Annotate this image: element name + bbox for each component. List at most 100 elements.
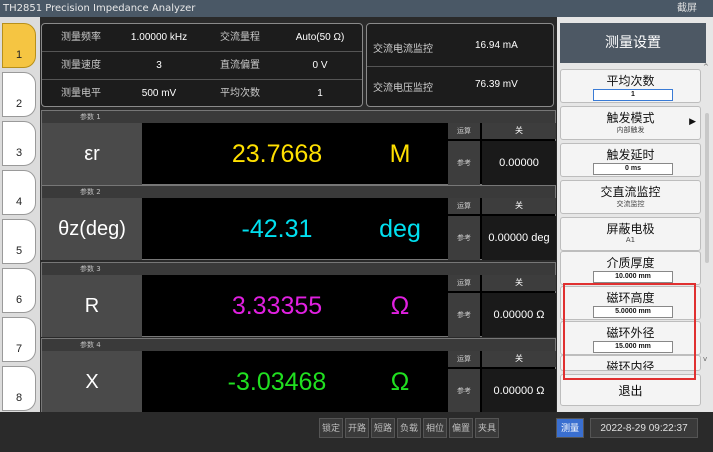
acdc-monitor-button[interactable]: 交直流监控 交流监控 [560,180,701,214]
setting-label: 屏蔽电极 [606,222,655,236]
open-button[interactable]: 开路 [345,418,369,438]
ac-voltage-value: 76.39 mV [475,79,518,90]
nav-button-5[interactable]: 5 [2,219,36,264]
calc-label: 运算 [448,123,480,139]
measurement-info-panel: 测量频率 1.00000 kHz 交流量程 Auto(50 Ω) 测量速度 3 … [41,23,363,107]
dielectric-thickness-button[interactable]: 介质厚度 10.000 mm [560,251,701,285]
param-unit: M [389,140,411,168]
nav-button-4[interactable]: 4 [2,170,36,215]
screenshot-button[interactable]: 截屏 [677,0,697,17]
info-value[interactable]: 500 mV [120,80,198,107]
datetime: 2022-8-29 09:22:37 [590,418,698,438]
param-header: 参数 3 [42,263,555,275]
param-name[interactable]: εr [42,123,142,185]
param-header: 参数 4 [42,339,555,351]
info-label: 平均次数 [220,88,260,99]
fixture-button[interactable]: 夹具 [475,418,499,438]
info-value[interactable]: Auto(50 Ω) [280,24,360,51]
setting-sub: 内部触发 [616,126,645,134]
ref-label: 参考 [448,141,480,185]
ac-current-label: 交流电流监控 [373,44,433,55]
bias-button[interactable]: 偏置 [449,418,473,438]
nav-button-1[interactable]: 1 [2,23,36,68]
param-value: -42.31 [241,215,313,243]
nav-button-7[interactable]: 7 [2,317,36,362]
scrollbar[interactable]: ^ v [703,63,711,363]
param-header: 参数 1 [42,111,555,123]
calc-label: 运算 [448,351,480,367]
ref-value[interactable]: 0.00000 Ω [482,293,556,337]
scrollbar-thumb[interactable] [705,113,709,263]
setting-value-field[interactable]: 0 ms [593,163,673,175]
short-button[interactable]: 短路 [371,418,395,438]
measure-button[interactable]: 测量 [556,418,584,438]
calc-value[interactable]: 关 [482,198,556,214]
ref-label: 参考 [448,369,480,413]
calc-value[interactable]: 关 [482,275,556,291]
shield-electrode-button[interactable]: 屏蔽电极 A1 [560,217,701,251]
chevron-down-icon: v [703,355,708,363]
trigger-mode-button[interactable]: 触发模式 内部触发 ▶ [560,106,701,140]
load-button[interactable]: 负载 [397,418,421,438]
nav-button-3[interactable]: 3 [2,121,36,166]
param-name[interactable]: X [42,351,142,413]
highlight-box [563,283,696,380]
param-sidebox: 运算 关 参考 0.00000 Ω [448,275,556,337]
ac-voltage-label: 交流电压监控 [373,83,433,94]
calc-label: 运算 [448,198,480,214]
param-sidebox: 运算 关 参考 0.00000 deg [448,198,556,260]
nav-button-6[interactable]: 6 [2,268,36,313]
arrow-right-icon: ▶ [689,117,696,127]
monitor-panel: 交流电流监控 16.94 mA 交流电压监控 76.39 mV [366,23,554,107]
left-nav: 1 2 3 4 5 6 7 8 [0,17,40,412]
setting-label: 交直流监控 [600,185,661,199]
nav-button-8[interactable]: 8 [2,366,36,411]
param-value: 23.7668 [231,140,323,168]
calc-label: 运算 [448,275,480,291]
divider [367,66,553,67]
ref-value[interactable]: 0.00000 Ω [482,369,556,413]
param-name[interactable]: θz(deg) [42,198,142,260]
phase-button[interactable]: 相位 [423,418,447,438]
ref-label: 参考 [448,216,480,260]
info-label: 测量频率 [61,32,101,43]
param-number: 参数 4 [80,341,101,349]
trigger-delay-button[interactable]: 触发延时 0 ms [560,143,701,177]
param-value: 3.33355 [231,292,323,320]
app-title: TH2851 Precision Impedance Analyzer [3,3,196,14]
param-value: -3.03468 [227,368,327,396]
settings-title: 测量设置 [560,23,706,63]
param-unit: Ω [390,292,410,320]
param-unit: Ω [390,368,410,396]
nav-button-2[interactable]: 2 [2,72,36,117]
param-sidebox: 运算 关 参考 0.00000 [448,123,556,185]
info-value[interactable]: 1 [280,80,360,107]
info-value[interactable]: 0 V [280,52,360,79]
ac-current-value: 16.94 mA [475,40,518,51]
setting-label: 触发模式 [606,111,655,125]
param-header: 参数 2 [42,186,555,198]
chevron-up-icon: ^ [703,63,709,71]
param-name[interactable]: R [42,275,142,337]
info-value[interactable]: 3 [120,52,198,79]
setting-value-field[interactable]: 10.000 mm [593,271,673,283]
param-panel-3: 参数 3 R 3.33355 Ω 运算 关 参考 0.00000 Ω [41,262,556,337]
param-panel-2: 参数 2 θz(deg) -42.31 deg 运算 关 参考 0.00000 … [41,185,556,260]
ref-value[interactable]: 0.00000 [482,141,556,185]
setting-value-field[interactable]: 1 [593,89,673,101]
bottom-bar: 锁定 开路 短路 负载 相位 偏置 夹具 测量 2022-8-29 09:22:… [0,412,713,452]
param-number: 参数 1 [80,113,101,121]
info-row: 测量电平 500 mV 平均次数 1 [42,80,362,107]
calc-value[interactable]: 关 [482,123,556,139]
info-label: 直流偏置 [220,60,260,71]
info-value[interactable]: 1.00000 kHz [120,24,198,51]
calc-value[interactable]: 关 [482,351,556,367]
lock-button[interactable]: 锁定 [319,418,343,438]
param-number: 参数 2 [80,188,101,196]
info-label: 交流量程 [220,32,260,43]
average-count-button[interactable]: 平均次数 1 [560,69,701,103]
ref-value[interactable]: 0.00000 deg [482,216,556,260]
info-label: 测量速度 [61,60,101,71]
setting-label: 介质厚度 [606,256,655,270]
ref-label: 参考 [448,293,480,337]
